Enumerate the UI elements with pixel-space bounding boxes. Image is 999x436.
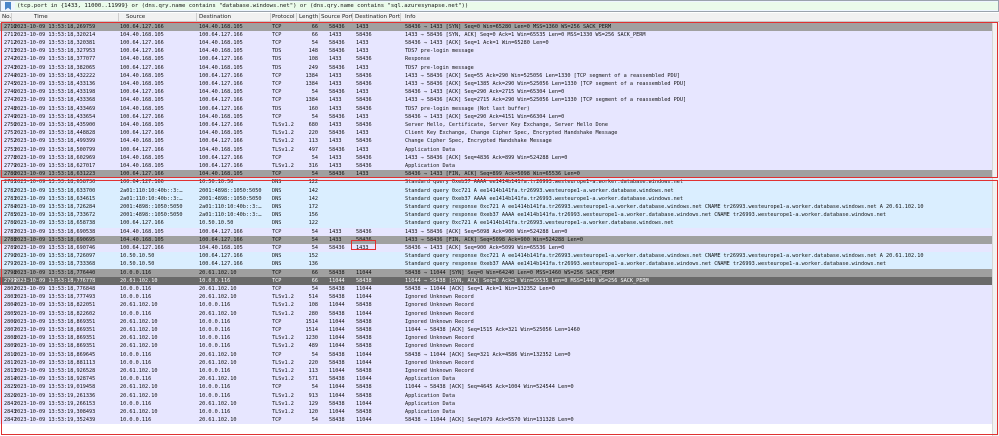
display-filter-bar xyxy=(0,0,999,12)
column-header-source[interactable]: Source xyxy=(126,13,145,21)
column-header-no[interactable]: No. xyxy=(2,13,11,21)
bookmark-icon[interactable] xyxy=(3,2,13,10)
display-filter-input[interactable] xyxy=(15,2,998,10)
highlight-box-session-11044 xyxy=(1,180,998,435)
packet-list-header: No. Time Source Destination Protocol Len… xyxy=(0,13,999,22)
highlight-box-port-11044 xyxy=(351,240,376,250)
column-header-time[interactable]: Time xyxy=(34,13,48,21)
column-header-protocol[interactable]: Protocol xyxy=(272,13,295,21)
column-header-source-port[interactable]: Source Port xyxy=(321,13,353,21)
column-header-length[interactable]: Length xyxy=(299,13,318,21)
column-header-destination-port[interactable]: Destination Port xyxy=(355,13,400,21)
highlight-box-session-1433 xyxy=(1,22,998,178)
column-header-info[interactable]: Info xyxy=(405,13,416,21)
column-header-destination[interactable]: Destination xyxy=(199,13,231,21)
